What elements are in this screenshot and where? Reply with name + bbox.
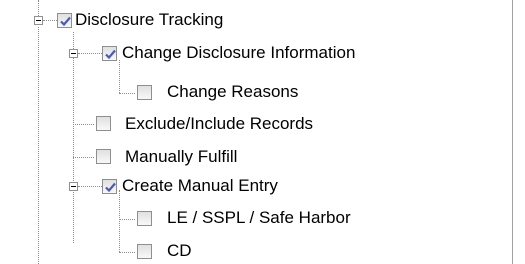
checkbox-create-manual-entry[interactable]	[102, 179, 117, 194]
tree-connector	[73, 124, 94, 125]
tree-label-disclosure-tracking[interactable]: Disclosure Tracking	[75, 9, 223, 31]
checkbox-le-sspl-safe-harbor[interactable]	[137, 211, 152, 226]
tree-connector	[38, 0, 39, 16]
collapse-toggle-disclosure-tracking[interactable]	[34, 16, 43, 25]
check-icon	[60, 16, 71, 27]
tree-connector	[78, 186, 102, 187]
tree-label-exclude-include-records[interactable]: Exclude/Include Records	[125, 113, 313, 135]
check-icon	[105, 49, 116, 60]
collapse-toggle-create-manual-entry[interactable]	[69, 182, 78, 191]
tree-label-change-disclosure-information[interactable]: Change Disclosure Information	[122, 42, 355, 64]
tree-label-change-reasons[interactable]: Change Reasons	[167, 81, 298, 103]
tree-connector	[119, 190, 120, 252]
tree-connector	[119, 219, 135, 220]
collapse-toggle-change-disclosure-information[interactable]	[69, 49, 78, 58]
tree-label-cd[interactable]: CD	[167, 240, 192, 262]
tree-connector	[78, 53, 102, 54]
tree-connector	[119, 252, 135, 253]
checkbox-manually-fulfill[interactable]	[96, 149, 111, 164]
checkbox-change-disclosure-information[interactable]	[102, 46, 117, 61]
checkbox-cd[interactable]	[137, 244, 152, 259]
permissions-tree: Disclosure Tracking Change Disclosure In…	[0, 0, 512, 264]
tree-connector	[119, 60, 120, 93]
tree-label-le-sspl-safe-harbor[interactable]: LE / SSPL / Safe Harbor	[167, 207, 351, 229]
tree-connector	[43, 20, 57, 21]
tree-label-manually-fulfill[interactable]: Manually Fulfill	[125, 146, 237, 168]
check-icon	[105, 182, 116, 193]
checkbox-exclude-include-records[interactable]	[96, 116, 111, 131]
tree-connector	[119, 93, 135, 94]
tree-connector	[73, 32, 74, 243]
tree-connector	[73, 157, 94, 158]
checkbox-disclosure-tracking[interactable]	[57, 13, 72, 28]
permissions-panel: Disclosure Tracking Change Disclosure In…	[0, 0, 513, 264]
tree-connector	[38, 27, 39, 264]
checkbox-change-reasons[interactable]	[137, 85, 152, 100]
tree-label-create-manual-entry[interactable]: Create Manual Entry	[122, 175, 278, 197]
